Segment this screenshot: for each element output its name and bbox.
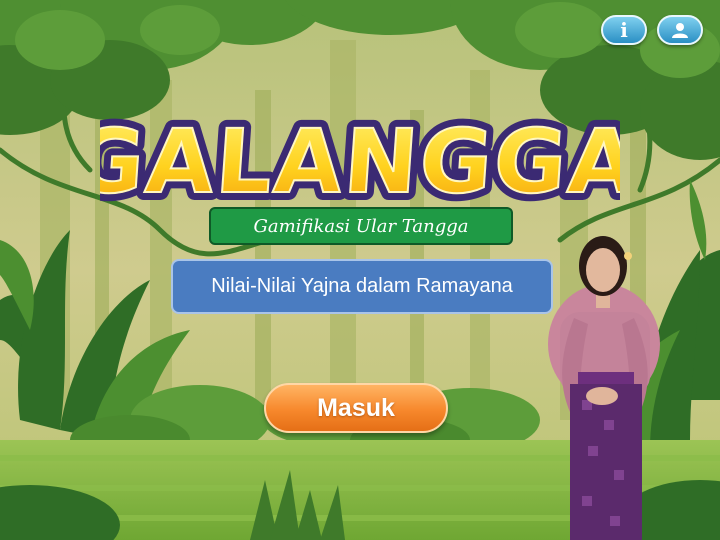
enter-button[interactable]: Masuk bbox=[264, 383, 448, 433]
game-subtitle: Gamifikasi Ular Tangga bbox=[209, 207, 513, 245]
info-button[interactable]: i bbox=[601, 15, 647, 45]
profile-button[interactable] bbox=[657, 15, 703, 45]
topic-label: Nilai-Nilai Yajna dalam Ramayana bbox=[171, 259, 553, 314]
svg-text:GALANGGA: GALANGGA bbox=[100, 110, 620, 212]
info-icon: i bbox=[620, 18, 628, 42]
game-title-logo: GALANGGA GALANGGA bbox=[100, 102, 620, 212]
user-icon bbox=[672, 23, 688, 38]
